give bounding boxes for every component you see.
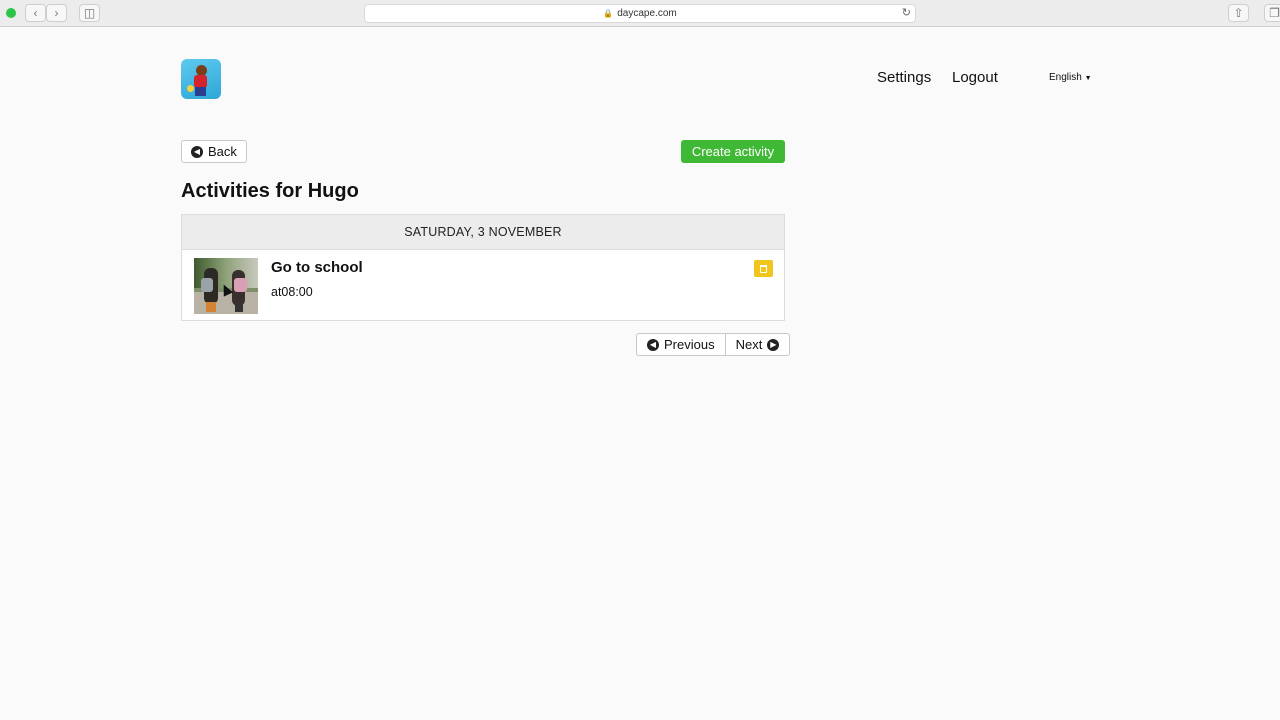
caret-down-icon: ▼: [1084, 75, 1092, 82]
pager: ◀ Previous Next ▶: [636, 333, 791, 356]
day-panel: SATURDAY, 3 NOVEMBER Go to school at08:0…: [181, 214, 785, 321]
create-activity-button[interactable]: Create activity: [681, 140, 785, 163]
back-button-label: Back: [208, 144, 237, 159]
browser-forward-button[interactable]: ›: [46, 4, 67, 22]
previous-label: Previous: [664, 337, 715, 352]
language-dropdown[interactable]: English ▼: [1049, 72, 1092, 83]
language-label: English: [1049, 72, 1082, 83]
sidebar-toggle-icon[interactable]: ◫: [79, 4, 100, 22]
trash-icon: [760, 264, 767, 273]
day-heading: SATURDAY, 3 NOVEMBER: [182, 215, 784, 250]
tabs-icon[interactable]: ❐: [1264, 4, 1280, 22]
next-button[interactable]: Next ▶: [724, 334, 790, 355]
back-button[interactable]: ◀ Back: [181, 140, 247, 163]
app-logo[interactable]: [181, 59, 221, 99]
nav-settings-link[interactable]: Settings: [877, 69, 931, 86]
nav-logout-link[interactable]: Logout: [952, 69, 998, 86]
arrow-left-circle-icon: ◀: [191, 145, 203, 158]
address-bar[interactable]: 🔒 daycape.com ↻: [364, 4, 916, 23]
window-zoom-button[interactable]: [6, 8, 16, 18]
arrow-right-circle-icon: ▶: [767, 338, 780, 351]
activity-name[interactable]: Go to school: [271, 259, 363, 276]
share-icon[interactable]: ⇧: [1228, 4, 1249, 22]
lock-icon: 🔒: [603, 9, 614, 18]
address-url: daycape.com: [617, 8, 677, 19]
delete-activity-button[interactable]: [754, 260, 773, 277]
previous-button[interactable]: ◀ Previous: [637, 334, 725, 355]
browser-back-button[interactable]: ‹: [25, 4, 46, 22]
create-activity-label: Create activity: [691, 144, 775, 159]
next-label: Next: [735, 337, 763, 352]
arrow-left-circle-icon: ◀: [647, 338, 659, 351]
reload-icon[interactable]: ↻: [902, 6, 911, 19]
page-title: Activities for Hugo: [181, 180, 359, 202]
browser-toolbar: ‹ › ◫ 🔒 daycape.com ↻ ⇧ ❐: [0, 0, 1280, 27]
activity-time: at08:00: [271, 285, 313, 299]
